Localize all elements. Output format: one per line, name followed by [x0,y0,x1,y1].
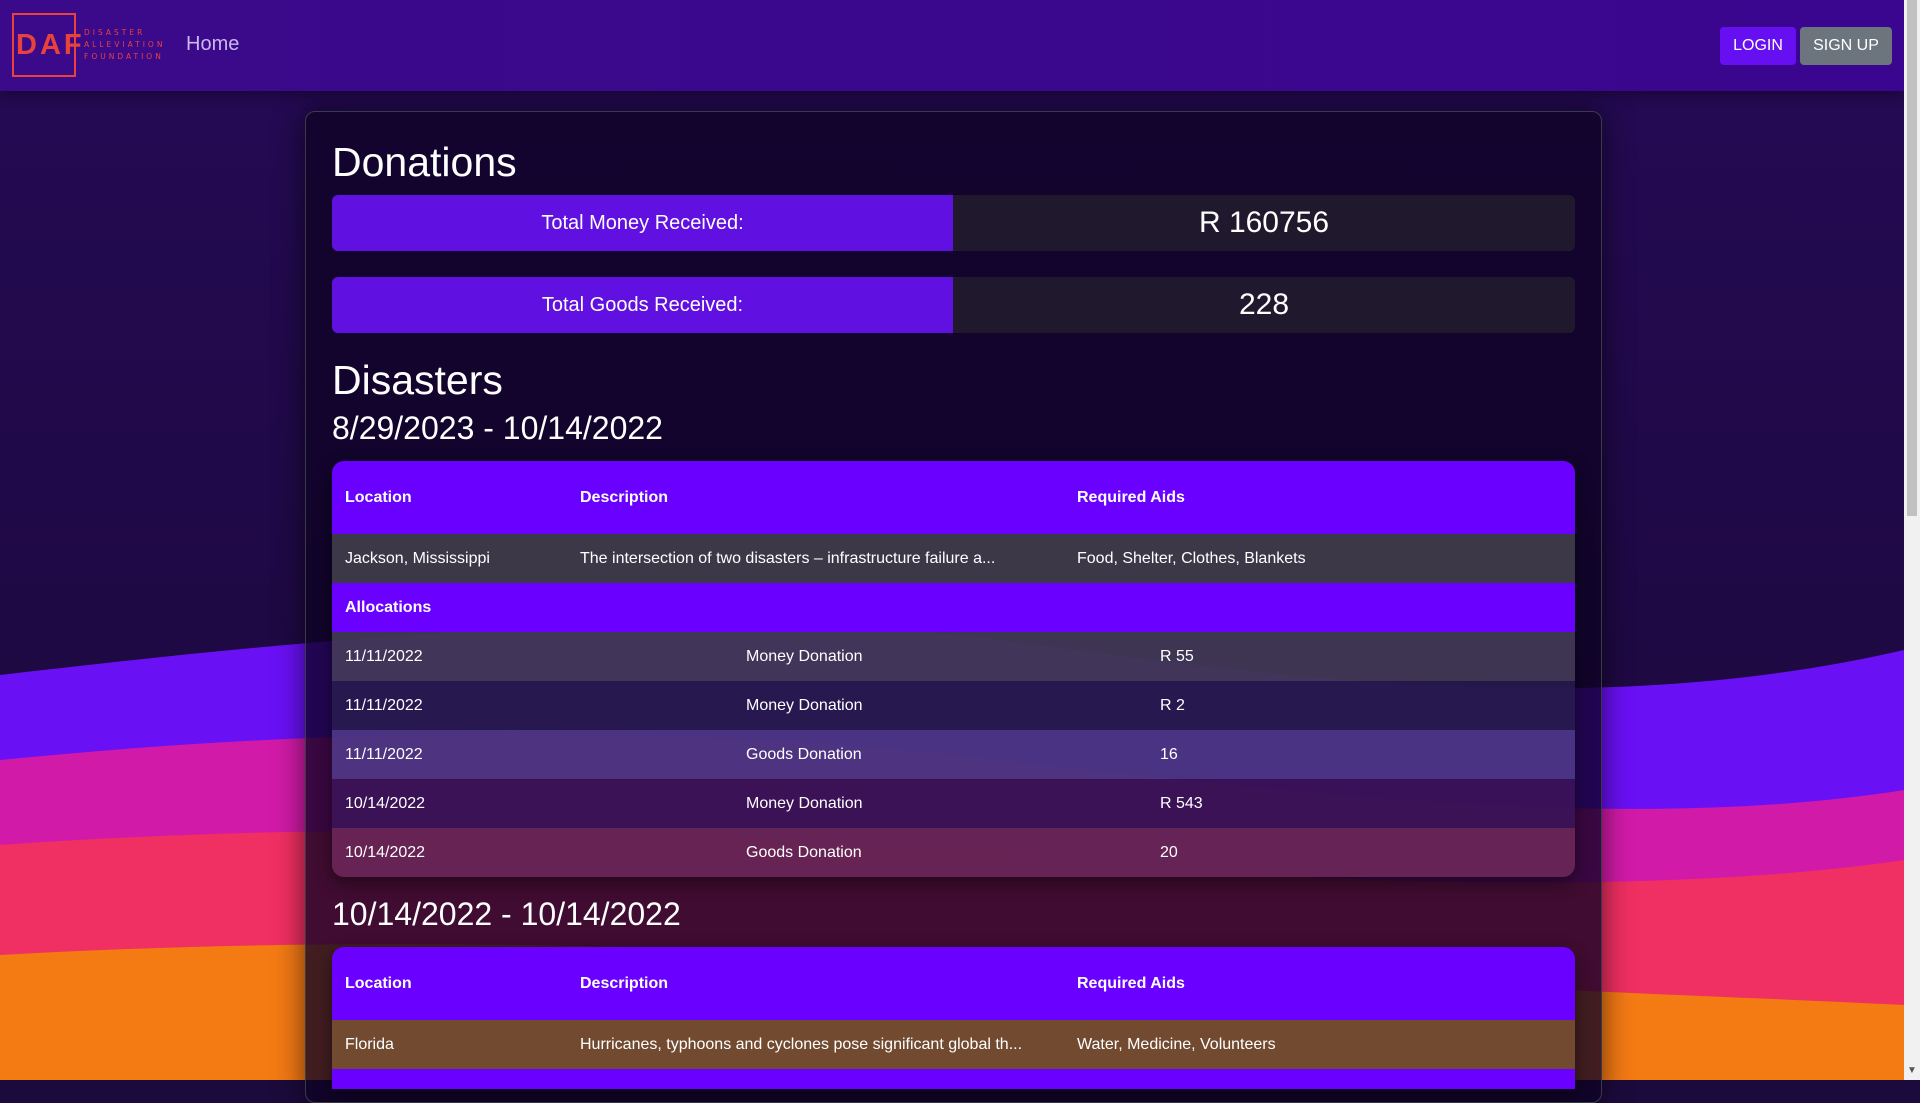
allocations-header: Allocations [332,583,1575,632]
table-header: Location Description Required Aids [332,947,1575,1020]
total-goods-row: Total Goods Received: 228 [332,277,1575,333]
disaster-date-range: 8/29/2023 - 10/14/2022 [332,410,663,446]
disaster-required-aids: Water, Medicine, Volunteers [1077,1035,1276,1053]
allocation-amount: 16 [1160,745,1178,763]
disaster-description: The intersection of two disasters – infr… [580,549,996,567]
logo-line-1: DISASTER [84,28,146,37]
disaster-location: Jackson, Mississippi [345,549,490,567]
logo-wordmark: DISASTER ALLEVIATION FOUNDATION [84,27,165,63]
allocation-type: Money Donation [746,696,863,714]
column-header-required-aids: Required Aids [1077,488,1185,506]
column-header-description: Description [580,488,669,506]
disasters-heading: Disasters [332,357,503,403]
disaster-table: Location Description Required Aids Flori… [332,947,1575,1089]
allocation-date: 11/11/2022 [345,745,423,763]
allocation-type: Goods Donation [746,843,862,861]
allocation-date: 11/11/2022 [345,696,423,714]
content-card: Donations Total Money Received: R 160756… [305,111,1602,1103]
allocation-date: 10/14/2022 [345,794,426,812]
allocation-date: 11/11/2022 [345,647,423,665]
donations-heading: Donations [332,139,517,185]
disaster-location: Florida [345,1035,394,1053]
scroll-down-arrow-icon[interactable]: ▼ [1907,1065,1917,1076]
allocation-amount: 20 [1160,843,1178,861]
column-header-location: Location [345,974,412,992]
signup-button[interactable]: SIGN UP [1800,27,1892,65]
scrollbar-thumb[interactable] [1907,0,1917,516]
disaster-row[interactable]: Jackson, Mississippi The intersection of… [332,534,1575,583]
total-goods-label: Total Goods Received: [332,277,953,333]
disaster-table: Location Description Required Aids Jacks… [332,461,1575,877]
allocation-row: 11/11/2022 Money Donation R 55 [332,632,1575,681]
allocation-row: 11/11/2022 Money Donation R 2 [332,681,1575,730]
disaster-date-range: 10/14/2022 - 10/14/2022 [332,896,681,932]
allocation-amount: R 2 [1160,696,1185,714]
allocation-type: Goods Donation [746,745,862,763]
column-header-required-aids: Required Aids [1077,974,1185,992]
allocation-row: 10/14/2022 Goods Donation 20 [332,828,1575,877]
total-money-row: Total Money Received: R 160756 [332,195,1575,251]
brand-logo[interactable]: DAF DISASTER ALLEVIATION FOUNDATION [12,12,165,78]
page-scrollbar[interactable]: ▼ [1904,0,1920,1080]
allocation-amount: R 55 [1160,647,1194,665]
total-goods-value: 228 [953,277,1575,333]
allocations-header [332,1069,1575,1089]
allocation-type: Money Donation [746,794,863,812]
column-header-location: Location [345,488,412,506]
table-header: Location Description Required Aids [332,461,1575,534]
allocation-date: 10/14/2022 [345,843,426,861]
logo-line-3: FOUNDATION [84,52,164,61]
disaster-row[interactable]: Florida Hurricanes, typhoons and cyclone… [332,1020,1575,1069]
logo-abbreviation: DAF [16,28,85,61]
logo-box: DAF [12,13,82,77]
allocation-row: 11/11/2022 Goods Donation 16 [332,730,1575,779]
top-navbar: DAF DISASTER ALLEVIATION FOUNDATION Home… [0,0,1904,91]
total-money-value: R 160756 [953,195,1575,251]
disaster-description: Hurricanes, typhoons and cyclones pose s… [580,1035,1023,1053]
allocation-amount: R 543 [1160,794,1203,812]
allocation-type: Money Donation [746,647,863,665]
allocation-row: 10/14/2022 Money Donation R 543 [332,779,1575,828]
login-button[interactable]: LOGIN [1720,27,1796,65]
logo-line-2: ALLEVIATION [84,40,166,49]
disaster-required-aids: Food, Shelter, Clothes, Blankets [1077,549,1306,567]
column-header-description: Description [580,974,669,992]
total-money-label: Total Money Received: [332,195,953,251]
nav-home-link[interactable]: Home [186,33,239,56]
